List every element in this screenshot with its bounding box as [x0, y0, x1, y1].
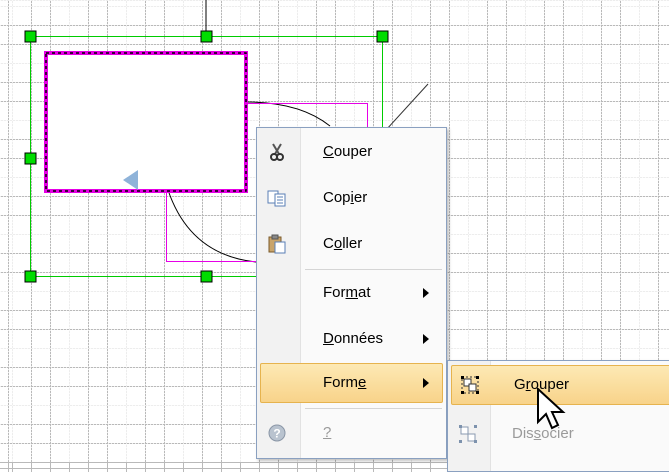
help-icon: ? [268, 424, 286, 442]
menu-item-aide-label: ? [323, 424, 332, 441]
context-menu: Couper Copier Coller Format Données Form… [256, 127, 447, 459]
menu-item-format[interactable]: Format [259, 274, 444, 312]
handle-middle-left [24, 152, 37, 165]
handle-bottom-center [200, 270, 213, 283]
svg-text:?: ? [273, 427, 280, 441]
menu-item-forme-label: Forme [323, 374, 367, 391]
menu-item-copier-label: Copier [323, 189, 368, 206]
diagonal-line [385, 83, 429, 131]
menu-item-coller[interactable]: Coller [259, 225, 444, 263]
menu-item-donnees-label: Données [323, 330, 384, 347]
handle-bottom-left [24, 270, 37, 283]
mouse-cursor-icon [537, 388, 566, 430]
handle-top-left [24, 30, 37, 43]
scissors-icon [270, 143, 284, 161]
curve-shape-top [246, 101, 331, 127]
menu-separator [305, 408, 442, 409]
ungroup-icon [459, 425, 477, 443]
handle-top-right [376, 30, 389, 43]
submenu-arrow-icon [423, 288, 429, 298]
shape-rectangle-selected[interactable] [44, 51, 248, 193]
paste-icon [268, 234, 286, 254]
curve-shape [167, 189, 257, 263]
menu-item-couper[interactable]: Couper [259, 133, 444, 171]
menu-item-format-label: Format [323, 284, 371, 301]
copy-icon [267, 190, 286, 207]
menu-item-coller-label: Coller [323, 235, 363, 252]
submenu-arrow-icon [423, 334, 429, 344]
menu-item-forme[interactable]: Forme [260, 363, 443, 403]
handle-top-center [200, 30, 213, 43]
menu-item-couper-label: Couper [323, 143, 373, 160]
group-icon [461, 376, 479, 394]
menu-item-aide[interactable]: ? ? [259, 414, 444, 452]
menu-item-copier[interactable]: Copier [259, 179, 444, 217]
menu-item-donnees[interactable]: Données [259, 320, 444, 358]
menu-separator [305, 269, 442, 270]
submenu-arrow-icon [423, 378, 429, 388]
